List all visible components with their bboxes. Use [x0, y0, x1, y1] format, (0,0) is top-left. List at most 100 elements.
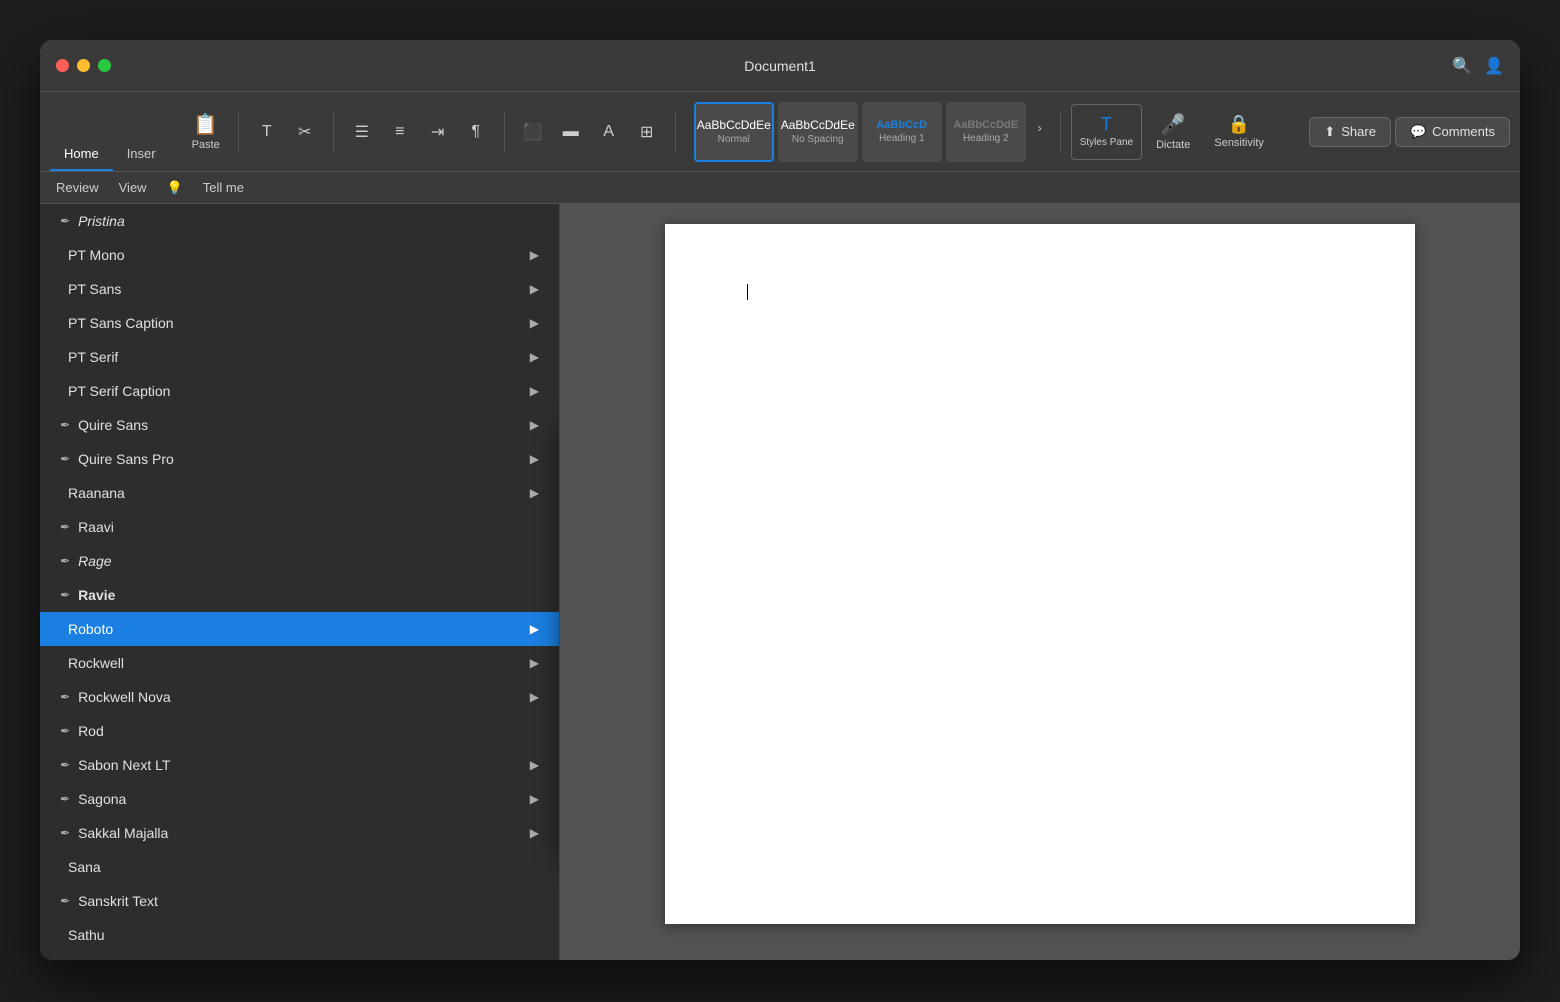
- numbering-btn[interactable]: ≡: [382, 106, 418, 158]
- maximize-button[interactable]: [98, 59, 111, 72]
- normal-preset[interactable]: AaBbCcDdEe Normal: [694, 102, 774, 162]
- align-center-icon: ▬: [563, 123, 579, 141]
- font-item-rockwell[interactable]: Rockwell ▶: [40, 646, 559, 680]
- align-center-btn[interactable]: ▬: [553, 106, 589, 158]
- styles-pane-button[interactable]: T Styles Pane: [1071, 104, 1142, 160]
- font-item-raanana[interactable]: Raanana ▶: [40, 476, 559, 510]
- bullets-icon: ☰: [355, 122, 369, 142]
- more-styles-btn[interactable]: ›: [1030, 102, 1050, 154]
- comments-label: Comments: [1432, 124, 1495, 139]
- no-spacing-preset[interactable]: AaBbCcDdEe No Spacing: [778, 102, 858, 162]
- tab-home[interactable]: Home: [50, 138, 113, 171]
- comments-button[interactable]: 💬 Comments: [1395, 117, 1510, 147]
- bullets-btn[interactable]: ☰: [344, 106, 380, 158]
- font-name-raanana: Raanana: [68, 485, 530, 501]
- share-label: Share: [1341, 124, 1376, 139]
- font-item-roboto[interactable]: Roboto ▶: [40, 612, 559, 646]
- font-btn[interactable]: T: [249, 106, 285, 158]
- separator-4: [675, 112, 676, 152]
- tell-me-menu[interactable]: Tell me: [203, 180, 244, 195]
- font-item-rockwell-nova[interactable]: ✒ Rockwell Nova ▶: [40, 680, 559, 714]
- main-area: ✒ Pristina PT Mono ▶ PT Sans ▶ PT Sans C…: [40, 204, 1520, 960]
- font-list-panel: ✒ Pristina PT Mono ▶ PT Sans ▶ PT Sans C…: [40, 204, 560, 960]
- font-name-pt-sans: PT Sans: [68, 281, 530, 297]
- font-name-rage: Rage: [78, 553, 539, 569]
- font-name-sana: Sana: [68, 859, 539, 875]
- numbering-icon: ≡: [395, 123, 404, 141]
- comments-icon: 💬: [1410, 124, 1426, 140]
- heading2-preset[interactable]: AaBbCcDdE Heading 2: [946, 102, 1026, 162]
- pilcrow-btn[interactable]: ¶: [458, 106, 494, 158]
- font-item-sakkal-majalla[interactable]: ✒ Sakkal Majalla ▶: [40, 816, 559, 850]
- cut-btn[interactable]: ✂: [287, 106, 323, 158]
- submenu-arrow-pt-sans-caption: ▶: [530, 316, 539, 330]
- font-name-rod: Rod: [78, 723, 539, 739]
- font-item-sabon-next-lt[interactable]: ✒ Sabon Next LT ▶: [40, 748, 559, 782]
- submenu-arrow-raanana: ▶: [530, 486, 539, 500]
- heading1-preset[interactable]: AaBbCcD Heading 1: [862, 102, 942, 162]
- submenu-arrow-pt-serif-caption: ▶: [530, 384, 539, 398]
- font-name-rockwell-nova: Rockwell Nova: [78, 689, 530, 705]
- minimize-button[interactable]: [77, 59, 90, 72]
- indent-btn[interactable]: ⇥: [420, 106, 456, 158]
- font-name-sabon-next-lt: Sabon Next LT: [78, 757, 530, 773]
- app-window: Document1 🔍 👤 Home Inser 📋 Paste T ✂ ☰ ≡: [40, 40, 1520, 960]
- font-item-rage[interactable]: ✒ Rage: [40, 544, 559, 578]
- font-item-pt-sans-caption[interactable]: PT Sans Caption ▶: [40, 306, 559, 340]
- review-menu[interactable]: Review: [56, 180, 99, 195]
- font-name-pt-mono: PT Mono: [68, 247, 530, 263]
- user-icon[interactable]: 👤: [1484, 56, 1504, 76]
- close-button[interactable]: [56, 59, 69, 72]
- highlight-btn[interactable]: A: [591, 106, 627, 158]
- align-left-btn[interactable]: ⬛: [515, 106, 551, 158]
- font-item-sana[interactable]: Sana: [40, 850, 559, 884]
- font-item-ravie[interactable]: ✒ Ravie: [40, 578, 559, 612]
- border-btn[interactable]: ⊞: [629, 106, 665, 158]
- document-area[interactable]: [560, 204, 1520, 960]
- font-icon-rage: ✒: [60, 554, 70, 568]
- font-item-pristina[interactable]: ✒ Pristina: [40, 204, 559, 238]
- dictate-button[interactable]: 🎤 Dictate: [1146, 104, 1200, 160]
- submenu-arrow-sagona: ▶: [530, 792, 539, 806]
- font-item-pt-sans[interactable]: PT Sans ▶: [40, 272, 559, 306]
- view-menu[interactable]: View: [119, 180, 147, 195]
- font-item-pt-serif-caption[interactable]: PT Serif Caption ▶: [40, 374, 559, 408]
- font-item-raavi[interactable]: ✒ Raavi: [40, 510, 559, 544]
- cut-icon: ✂: [298, 122, 311, 142]
- paragraph-group: ☰ ≡ ⇥ ¶: [344, 106, 494, 158]
- font-icon-quire-sans: ✒: [60, 418, 70, 432]
- font-item-sathu[interactable]: Sathu: [40, 918, 559, 952]
- font-name-sanskrit-text: Sanskrit Text: [78, 893, 539, 909]
- styles-pane-icon: T: [1101, 114, 1112, 135]
- paste-icon: 📋: [193, 112, 218, 137]
- font-item-quire-sans[interactable]: ✒ Quire Sans ▶: [40, 408, 559, 442]
- font-item-rod[interactable]: ✒ Rod: [40, 714, 559, 748]
- align-left-icon: ⬛: [523, 122, 543, 142]
- sensitivity-button[interactable]: 🔒 Sensitivity: [1204, 104, 1274, 160]
- font-icon-raavi: ✒: [60, 520, 70, 534]
- font-icon-sakkal-majalla: ✒: [60, 826, 70, 840]
- font-name-quire-sans-pro: Quire Sans Pro: [78, 451, 530, 467]
- separator-1: [238, 112, 239, 152]
- font-item-quire-sans-pro[interactable]: ✒ Quire Sans Pro ▶: [40, 442, 559, 476]
- paste-button[interactable]: 📋 Paste: [184, 104, 228, 160]
- font-item-savoy-let[interactable]: Savoy LET: [40, 952, 559, 960]
- font-name-raavi: Raavi: [78, 519, 539, 535]
- font-icon-sabon-next-lt: ✒: [60, 758, 70, 772]
- document-content: [665, 224, 1415, 365]
- font-item-pt-serif[interactable]: PT Serif ▶: [40, 340, 559, 374]
- share-button[interactable]: ⬆ Share: [1309, 117, 1391, 147]
- font-name-ravie: Ravie: [78, 587, 539, 603]
- no-spacing-preview-text: AaBbCcDdEe: [781, 118, 855, 132]
- heading2-preview-text: AaBbCcDdE: [953, 119, 1018, 131]
- document-canvas[interactable]: [665, 224, 1415, 924]
- font-item-sanskrit-text[interactable]: ✒ Sanskrit Text: [40, 884, 559, 918]
- sensitivity-label: Sensitivity: [1214, 137, 1264, 149]
- font-item-pt-mono[interactable]: PT Mono ▶: [40, 238, 559, 272]
- search-icon[interactable]: 🔍: [1452, 56, 1472, 76]
- normal-preview-text: AaBbCcDdEe: [697, 118, 771, 132]
- submenu-arrow-rockwell-nova: ▶: [530, 690, 539, 704]
- ribbon-toolbar: Home Inser 📋 Paste T ✂ ☰ ≡ ⇥ ¶ ⬛ ▬ A ⊞: [40, 92, 1520, 172]
- font-item-sagona[interactable]: ✒ Sagona ▶: [40, 782, 559, 816]
- tab-insert[interactable]: Inser: [113, 138, 170, 171]
